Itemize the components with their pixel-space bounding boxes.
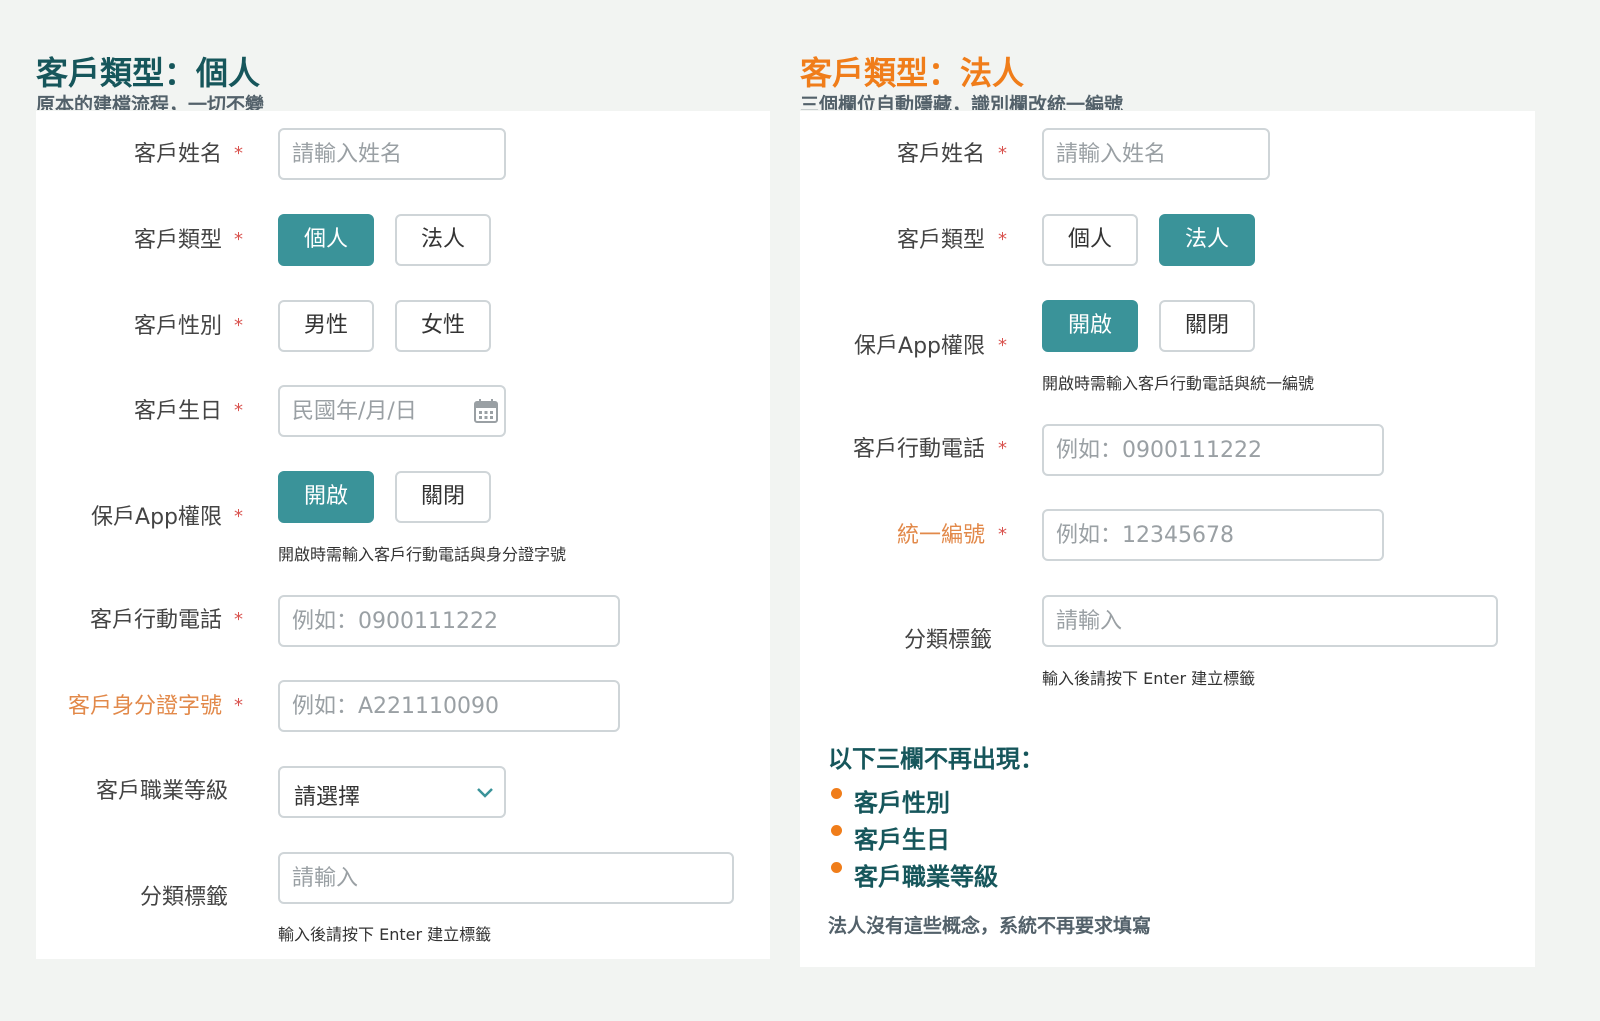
- gender-label: 客戶性別: [133, 314, 222, 339]
- id-number-label: 客戶身分證字號: [67, 694, 222, 719]
- gender-male-button[interactable]: 男性: [278, 300, 374, 352]
- occupation-select[interactable]: 請選擇: [278, 766, 506, 818]
- occupation-select-value: 請選擇: [294, 785, 361, 810]
- required-mark: *: [234, 506, 243, 527]
- required-mark: *: [998, 229, 1007, 250]
- tags-input[interactable]: [1042, 595, 1498, 647]
- required-mark: *: [234, 609, 243, 630]
- removed-field-item: 客戶性別: [854, 789, 950, 817]
- app-disable-button[interactable]: 關閉: [1159, 300, 1255, 352]
- app-permission-hint: 開啟時需輸入客戶行動電話與統一編號: [1042, 374, 1315, 393]
- tax-id-label: 統一編號: [896, 523, 985, 548]
- type-corporate-button[interactable]: 法人: [395, 214, 491, 266]
- required-mark: *: [234, 400, 243, 421]
- type-individual-button[interactable]: 個人: [278, 214, 374, 266]
- required-mark: *: [234, 315, 243, 336]
- name-label: 客戶姓名: [896, 142, 985, 167]
- left-panel-subtitle: 原本的建檔流程，一切不變: [36, 94, 265, 110]
- removed-field-item: 客戶生日: [854, 826, 950, 854]
- id-number-input[interactable]: [278, 680, 620, 732]
- bullet-dot: [831, 788, 842, 799]
- chevron-down-icon: [477, 788, 493, 798]
- right-form-card: 客戶姓名 * 客戶類型 * 個人 法人 保戶App權限 * 開啟 關閉 開啟時需…: [800, 111, 1535, 967]
- type-label: 客戶類型: [896, 228, 985, 253]
- required-mark: *: [234, 695, 243, 716]
- birthday-input[interactable]: [278, 385, 506, 437]
- app-permission-label: 保戶App權限: [91, 505, 222, 530]
- app-enable-button[interactable]: 開啟: [278, 471, 374, 523]
- type-corporate-button[interactable]: 法人: [1159, 214, 1255, 266]
- required-mark: *: [998, 143, 1007, 164]
- right-panel-subtitle: 三個欄位自動隱藏，識別欄改統一編號: [800, 94, 1124, 110]
- app-enable-button[interactable]: 開啟: [1042, 300, 1138, 352]
- phone-label: 客戶行動電話: [852, 437, 985, 462]
- left-form-card: 客戶姓名 * 客戶類型 * 個人 法人 客戶性別 * 男性 女性 客戶生日 * …: [36, 111, 770, 959]
- gender-female-button[interactable]: 女性: [395, 300, 491, 352]
- occupation-label: 客戶職業等級: [95, 779, 228, 804]
- bullet-dot: [831, 862, 842, 873]
- tax-id-input[interactable]: [1042, 509, 1384, 561]
- app-permission-hint: 開啟時需輸入客戶行動電話與身分證字號: [278, 545, 567, 564]
- name-input[interactable]: [1042, 128, 1270, 180]
- name-label: 客戶姓名: [133, 142, 222, 167]
- app-disable-button[interactable]: 關閉: [395, 471, 491, 523]
- required-mark: *: [234, 143, 243, 164]
- name-input[interactable]: [278, 128, 506, 180]
- required-mark: *: [998, 524, 1007, 545]
- phone-input[interactable]: [1042, 424, 1384, 476]
- type-label: 客戶類型: [133, 228, 222, 253]
- required-mark: *: [998, 335, 1007, 356]
- bullet-dot: [831, 825, 842, 836]
- right-panel-title: 客戶類型：法人: [800, 54, 1025, 92]
- required-mark: *: [234, 229, 243, 250]
- calendar-icon[interactable]: [473, 398, 499, 424]
- type-individual-button[interactable]: 個人: [1042, 214, 1138, 266]
- removed-fields-note: 法人沒有這些概念，系統不再要求填寫: [828, 915, 1152, 937]
- tags-label: 分類標籤: [139, 885, 228, 910]
- tags-hint: 輸入後請按下 Enter 建立標籤: [278, 925, 492, 944]
- tags-label: 分類標籤: [903, 628, 992, 653]
- removed-fields-title: 以下三欄不再出現：: [828, 745, 1044, 773]
- tags-input[interactable]: [278, 852, 734, 904]
- removed-field-item: 客戶職業等級: [854, 863, 998, 891]
- required-mark: *: [998, 438, 1007, 459]
- phone-label: 客戶行動電話: [89, 608, 222, 633]
- phone-input[interactable]: [278, 595, 620, 647]
- birthday-label: 客戶生日: [133, 399, 222, 424]
- tags-hint: 輸入後請按下 Enter 建立標籤: [1042, 669, 1256, 688]
- left-panel-title: 客戶類型：個人: [36, 54, 261, 92]
- app-permission-label: 保戶App權限: [854, 334, 985, 359]
